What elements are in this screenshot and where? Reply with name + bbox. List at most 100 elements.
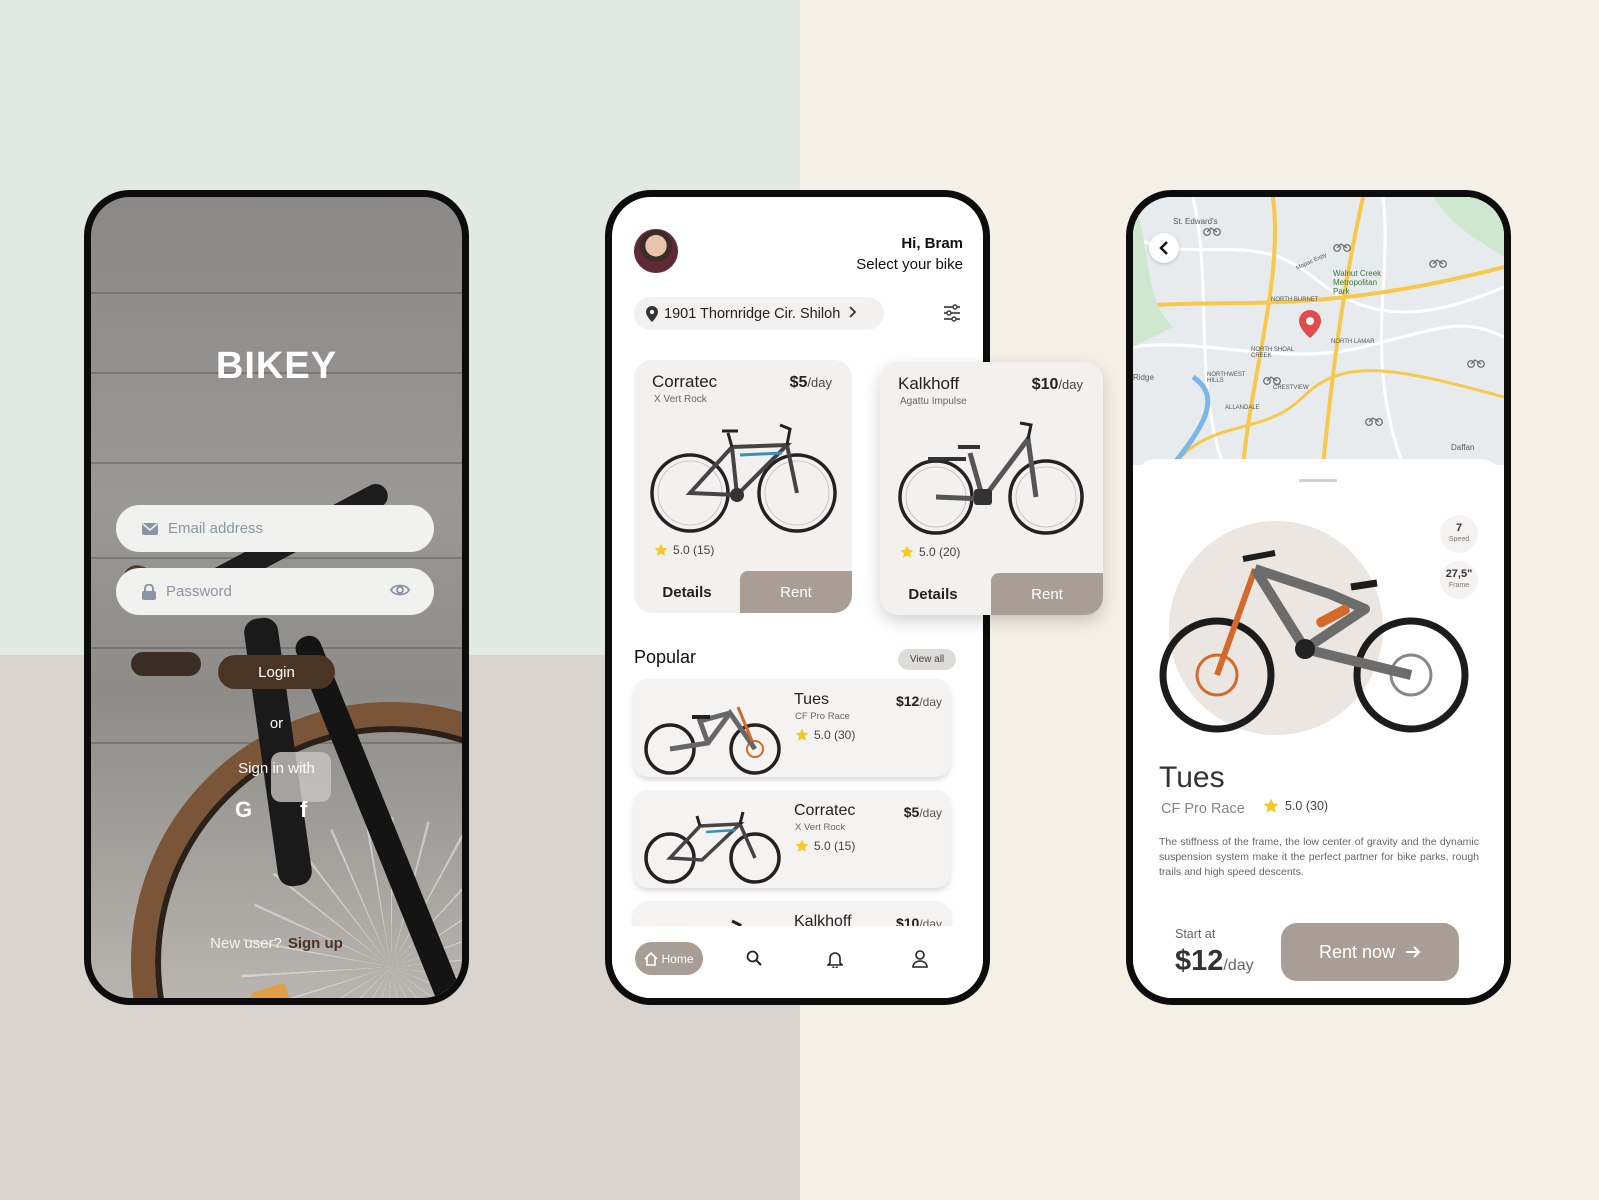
home-icon <box>644 951 659 966</box>
brand-logo: BIKEY <box>215 345 338 387</box>
item-rating: 5.0 (15) <box>795 839 855 853</box>
filter-icon[interactable] <box>943 304 961 327</box>
wall-line <box>91 292 462 294</box>
bike-detail-sheet: 7 Speed 27,5" Frame Tues CF Pro Race 5.0 (… <box>1133 459 1504 998</box>
item-rating: 5.0 (30) <box>795 728 855 742</box>
item-price: $5/day <box>903 804 942 820</box>
password-field[interactable]: Password <box>116 568 434 615</box>
sign-up-link[interactable]: Sign up <box>288 935 343 952</box>
nav-home[interactable]: Home <box>635 942 703 975</box>
bike-image <box>644 706 781 775</box>
featured-card-corratec[interactable]: Corratec X Vert Rock $5/day 5.0 (15) Det… <box>634 360 852 613</box>
profile-icon[interactable] <box>912 950 928 973</box>
item-name: Corratec <box>794 802 856 819</box>
featured-card-kalkhoff[interactable]: Kalkhoff Agattu Impulse $10/day 5.0 (20)… <box>880 362 1103 615</box>
item-model: CF Pro Race <box>795 711 850 722</box>
google-icon[interactable]: G <box>235 797 252 823</box>
email-field[interactable]: Email address <box>116 505 434 552</box>
item-model: X Vert Rock <box>795 822 846 833</box>
bell-icon[interactable] <box>826 950 844 973</box>
login-button[interactable]: Login <box>218 655 335 689</box>
rent-button[interactable]: Rent <box>991 573 1103 615</box>
card-name: Kalkhoff <box>898 374 960 393</box>
location-text: 1901 Thornridge Cir. Shiloh <box>664 305 841 322</box>
spec-frame: 27,5" Frame <box>1440 561 1478 599</box>
star-icon <box>795 728 809 742</box>
card-rating: 5.0 (20) <box>900 545 960 559</box>
item-name: Tues <box>794 691 829 708</box>
bike-marker-icon[interactable] <box>1429 255 1447 273</box>
greeting-subtitle: Select your bike <box>856 256 963 273</box>
chevron-left-icon <box>1159 241 1168 255</box>
bike-image <box>1159 550 1469 733</box>
start-at-label: Start at <box>1175 927 1216 941</box>
map-label: Daffan <box>1451 443 1475 452</box>
avatar[interactable] <box>634 229 678 273</box>
or-divider: or <box>269 715 284 732</box>
new-user-text: New user? <box>210 935 282 952</box>
map-label: ALLANDALE <box>1225 405 1260 411</box>
bike-marker-icon[interactable] <box>1333 239 1351 257</box>
login-screen: BIKEY Email address Password Login or Si… <box>84 190 469 1005</box>
map-label: Ridge <box>1133 373 1154 382</box>
details-button[interactable]: Details <box>634 571 740 613</box>
search-icon[interactable] <box>746 950 762 971</box>
greeting-name: Hi, Bram <box>901 235 963 252</box>
star-icon <box>795 839 809 853</box>
bike-description: The stiffness of the frame, the low cent… <box>1159 836 1479 878</box>
details-button[interactable]: Details <box>880 573 986 615</box>
bottom-nav: Home <box>612 926 983 998</box>
bike-image <box>644 811 781 884</box>
card-rating: 5.0 (15) <box>654 543 714 557</box>
email-placeholder: Email address <box>168 520 264 537</box>
map-pin-icon[interactable] <box>1299 310 1321 343</box>
facebook-icon[interactable]: f <box>300 797 307 823</box>
greeting: Hi, Bram Select your bike <box>856 233 963 275</box>
eye-icon[interactable] <box>389 580 411 604</box>
bike-rating: 5.0 (30) <box>1263 798 1328 814</box>
view-all-button[interactable]: View all <box>898 649 956 670</box>
wall-line <box>91 462 462 464</box>
card-price: $5/day <box>789 374 832 391</box>
bike-price: $12/day <box>1175 945 1254 977</box>
popular-item-tues[interactable]: Tues CF Pro Race $12/day 5.0 (30) <box>634 679 950 777</box>
bike-marker-icon[interactable] <box>1203 223 1221 241</box>
detail-screen: St. Edward's Walnut Creek Metropolitan P… <box>1126 190 1511 1005</box>
bike-image <box>898 421 1084 535</box>
map-label: NORTHWEST HILLS <box>1207 372 1246 384</box>
star-icon <box>900 545 914 559</box>
popular-item-corratec[interactable]: Corratec X Vert Rock $5/day 5.0 (15) <box>634 790 950 888</box>
lock-icon <box>142 583 156 600</box>
card-name: Corratec <box>652 372 718 391</box>
mail-icon <box>142 522 158 535</box>
map[interactable]: St. Edward's Walnut Creek Metropolitan P… <box>1133 197 1504 465</box>
map-label: Walnut Creek Metropolitan Park <box>1333 269 1382 296</box>
star-icon <box>654 543 668 557</box>
card-model: Agattu Impulse <box>900 396 967 407</box>
location-selector[interactable]: 1901 Thornridge Cir. Shiloh <box>634 297 884 330</box>
bike-marker-icon[interactable] <box>1263 372 1281 390</box>
bike-marker-icon[interactable] <box>1365 413 1383 431</box>
map-label: NORTH SHOAL CREEK <box>1251 347 1295 359</box>
chevron-right-icon <box>848 305 857 322</box>
card-price: $10/day <box>1031 376 1083 393</box>
item-price: $12/day <box>895 693 942 709</box>
arrow-right-icon <box>1406 946 1421 958</box>
rent-button[interactable]: Rent <box>740 571 852 613</box>
card-model: X Vert Rock <box>654 394 707 405</box>
map-label: NORTH BURNET <box>1271 297 1319 303</box>
bike-name: Tues <box>1159 761 1225 794</box>
bike-model: CF Pro Race <box>1161 801 1245 817</box>
rent-now-button[interactable]: Rent now <box>1281 923 1459 981</box>
back-button[interactable] <box>1149 233 1179 263</box>
sheet-handle[interactable] <box>1299 479 1337 482</box>
star-icon <box>1263 798 1279 814</box>
popular-title: Popular <box>634 647 697 667</box>
sign-in-with-label: Sign in with <box>238 760 315 777</box>
password-placeholder: Password <box>166 583 232 600</box>
location-pin-icon <box>646 305 658 322</box>
bike-image <box>650 423 837 533</box>
bike-grip-photo <box>131 652 201 676</box>
map-label: NORTH LAMAR <box>1331 339 1375 345</box>
bike-marker-icon[interactable] <box>1467 355 1485 373</box>
